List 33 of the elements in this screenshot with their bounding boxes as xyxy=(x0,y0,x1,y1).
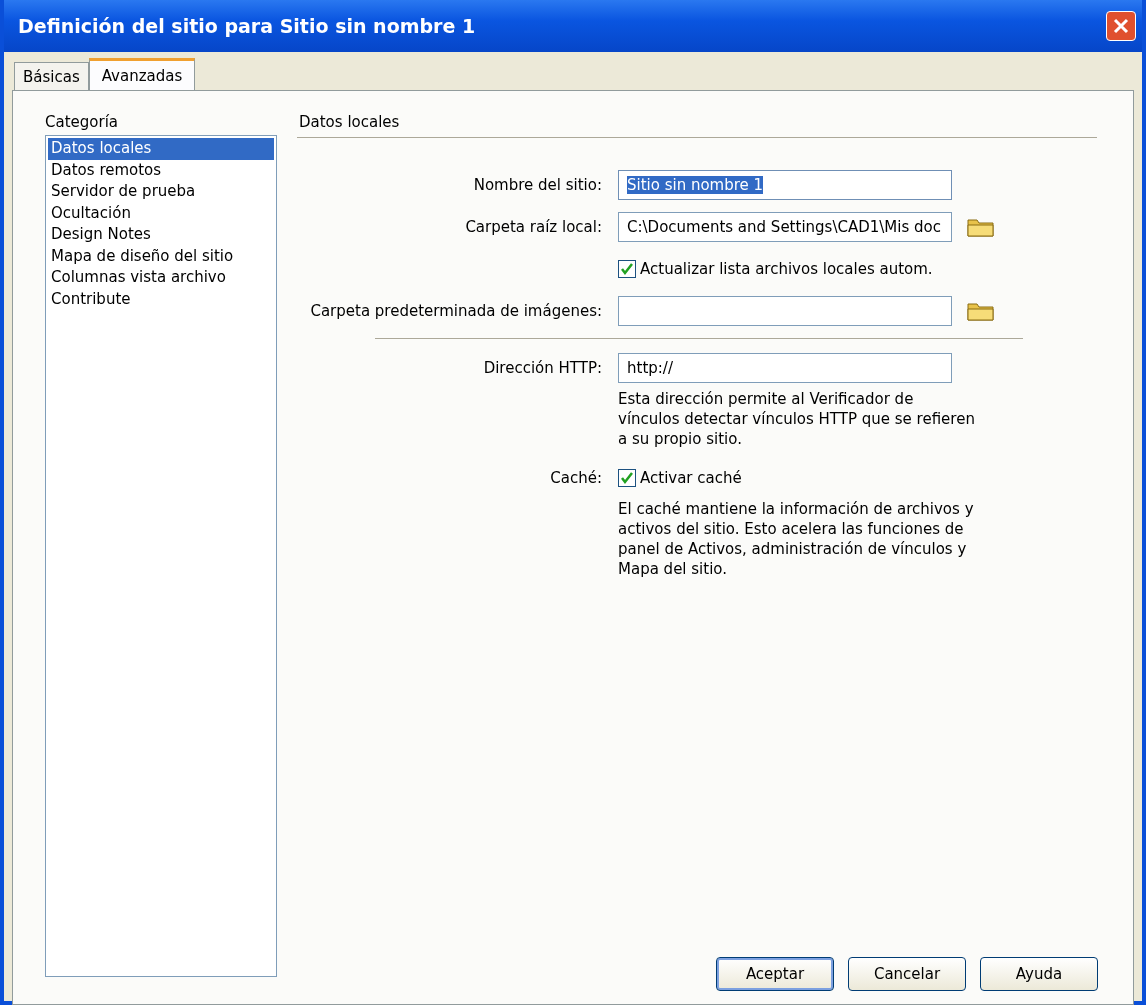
close-button[interactable] xyxy=(1106,11,1136,41)
input-field[interactable]: http:// xyxy=(618,353,952,383)
category-item[interactable]: Datos locales xyxy=(48,138,274,160)
input-field[interactable] xyxy=(618,296,952,326)
help-text: Esta dirección permite al Verificador de vínculos detectar vínculos HTTP que se refieren a su propio sitio. xyxy=(618,389,976,449)
help-text: El caché mantiene la información de archivos y activos del sitio. Esto acelera las funciones de panel de Activos, administración de vínculos y Mapa del sitio. xyxy=(618,499,975,579)
dialog-button[interactable]: Ayuda xyxy=(980,957,1098,991)
dialog-button[interactable]: Cancelar xyxy=(848,957,966,991)
category-item[interactable]: Servidor de prueba xyxy=(48,181,274,203)
category-item[interactable]: Design Notes xyxy=(48,224,274,246)
checkmark-icon xyxy=(620,262,634,276)
section-title: Datos locales xyxy=(297,113,1097,138)
checkbox[interactable]: Activar caché xyxy=(618,469,742,487)
category-item[interactable]: Datos remotos xyxy=(48,159,274,181)
category-item[interactable]: Ocultación xyxy=(48,202,274,224)
field-label: Dirección HTTP: xyxy=(482,359,602,377)
category-label: Categoría xyxy=(45,113,119,133)
window-title: Definición del sitio para Sitio sin nombre 1 xyxy=(18,15,476,37)
category-item[interactable]: Columnas vista archivo xyxy=(48,267,274,289)
tab[interactable]: Avanzadas xyxy=(88,58,196,90)
checkbox[interactable]: Actualizar lista archivos locales autom. xyxy=(618,260,933,278)
field-label: Carpeta predeterminada de imágenes: xyxy=(309,302,602,320)
input-field[interactable]: C:\Documents and Settings\CAD1\Mis doc xyxy=(618,212,952,242)
checkmark-icon xyxy=(620,471,634,485)
input-field[interactable]: Sitio sin nombre 1 xyxy=(618,170,952,200)
close-icon xyxy=(1112,17,1130,35)
category-item[interactable]: Contribute xyxy=(48,288,274,310)
category-item[interactable]: Mapa de diseño del sitio xyxy=(48,245,274,267)
field-label: Nombre del sitio: xyxy=(472,176,602,194)
field-label: Caché: xyxy=(550,469,602,487)
tab[interactable]: Básicas xyxy=(14,62,89,90)
field-label: Carpeta raíz local: xyxy=(464,218,602,236)
dialog-button[interactable]: Aceptar xyxy=(716,957,834,991)
